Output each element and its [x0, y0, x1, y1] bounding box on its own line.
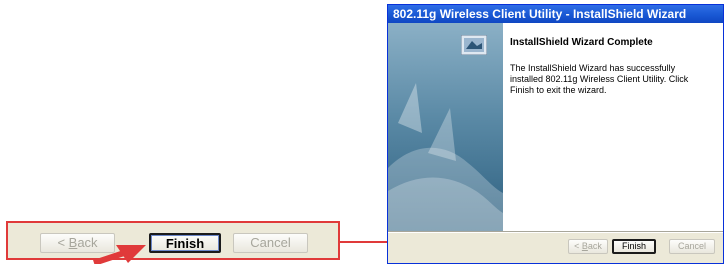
zoom-finish-label: Finish — [165, 236, 205, 251]
back-label: ack — [587, 241, 602, 251]
zoom-cancel-button[interactable]: Cancel — [233, 233, 308, 253]
zoom-back-button[interactable]: < Back — [40, 233, 115, 253]
finish-label: Finish — [621, 241, 646, 251]
wizard-heading: InstallShield Wizard Complete — [510, 37, 653, 48]
installshield-window: 802.11g Wireless Client Utility - Instal… — [387, 4, 724, 264]
back-button[interactable]: < Back — [568, 239, 608, 254]
zoom-finish-button[interactable]: Finish — [149, 233, 221, 253]
finish-button[interactable]: Finish — [612, 239, 656, 254]
window-title: 802.11g Wireless Client Utility - Instal… — [388, 5, 723, 23]
wizard-content: InstallShield Wizard Complete The Instal… — [461, 23, 723, 231]
cancel-label: Cancel — [677, 241, 706, 251]
installer-icon — [461, 35, 487, 55]
button-separator — [388, 231, 723, 233]
button-bar-zoom: < Back Finish Cancel — [6, 221, 340, 260]
zoom-back-label: ack — [77, 235, 98, 250]
zoom-cancel-label: Cancel — [250, 235, 291, 250]
cancel-button[interactable]: Cancel — [669, 239, 715, 254]
wizard-body-text: The InstallShield Wizard has successfull… — [510, 63, 689, 95]
